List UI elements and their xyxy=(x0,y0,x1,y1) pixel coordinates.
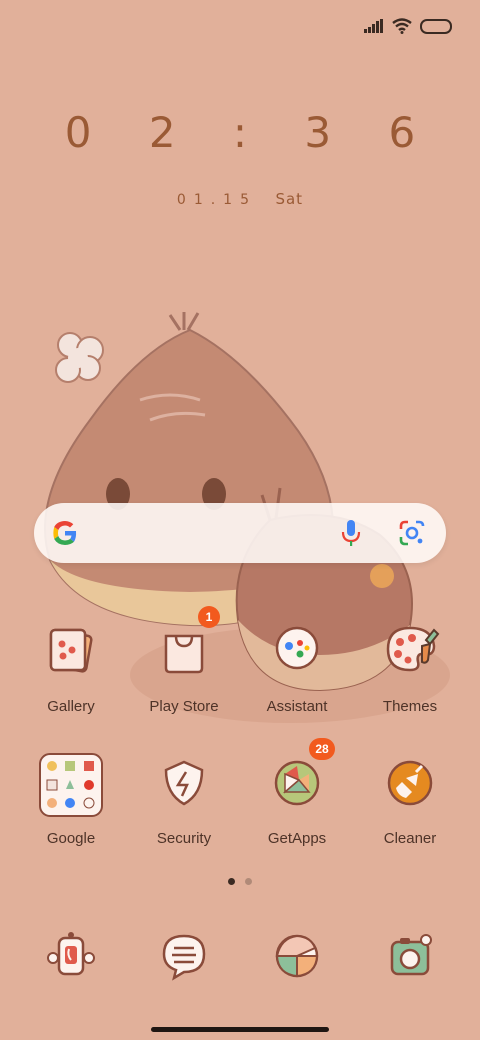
themes-icon xyxy=(378,620,442,684)
getapps-icon: 28 xyxy=(265,738,335,816)
signal-icon xyxy=(364,19,383,33)
day-of-week: Sat xyxy=(275,190,304,208)
notification-badge: 1 xyxy=(198,606,220,628)
date-numbers: 01.15 xyxy=(176,192,258,208)
app-label: Assistant xyxy=(266,698,328,715)
play-store-icon: 1 xyxy=(152,606,220,684)
app-label: Themes xyxy=(382,698,438,715)
dock-browser[interactable] xyxy=(241,926,353,986)
app-label: Security xyxy=(156,830,212,847)
app-label: GetApps xyxy=(267,830,327,847)
phone-icon xyxy=(41,926,101,986)
app-gallery[interactable]: Gallery xyxy=(15,620,127,715)
assistant-icon xyxy=(265,620,329,684)
notification-badge: 28 xyxy=(309,738,335,760)
app-google-folder[interactable]: Google xyxy=(15,752,127,847)
home-gesture-bar[interactable] xyxy=(151,1027,329,1032)
flower-decoration xyxy=(55,332,104,383)
app-themes[interactable]: Themes xyxy=(354,620,466,715)
browser-icon xyxy=(267,926,327,986)
google-lens-icon[interactable] xyxy=(398,519,426,547)
google-search-bar[interactable] xyxy=(34,503,446,563)
app-label: Google xyxy=(46,830,96,847)
wifi-icon xyxy=(392,18,412,34)
page-dot-1[interactable] xyxy=(228,878,235,885)
app-assistant[interactable]: Assistant xyxy=(241,620,353,715)
google-folder-icon xyxy=(38,752,104,818)
cleaner-icon xyxy=(378,752,442,816)
google-g-icon xyxy=(53,521,77,545)
app-cleaner[interactable]: Cleaner xyxy=(354,752,466,847)
app-security[interactable]: Security xyxy=(128,752,240,847)
battery-icon xyxy=(420,18,452,34)
dock-camera[interactable] xyxy=(354,926,466,986)
dock-messages[interactable] xyxy=(128,926,240,986)
microphone-icon[interactable] xyxy=(341,518,361,548)
app-getapps[interactable]: 28 GetApps xyxy=(241,738,353,847)
clock-time[interactable]: 0 2 : 3 6 xyxy=(0,108,480,157)
app-label: Gallery xyxy=(47,698,95,715)
page-dot-2[interactable] xyxy=(245,878,252,885)
page-indicator[interactable] xyxy=(0,878,480,885)
status-bar xyxy=(364,14,452,38)
clock-date[interactable]: 01.15 Sat xyxy=(0,190,480,208)
gallery-icon xyxy=(39,620,103,684)
messages-icon xyxy=(154,926,214,986)
dock-phone[interactable] xyxy=(15,926,127,986)
app-label: Play Store xyxy=(149,698,219,715)
app-label: Cleaner xyxy=(383,830,437,847)
camera-icon xyxy=(380,926,440,986)
app-play-store[interactable]: 1 Play Store xyxy=(128,606,240,715)
security-icon xyxy=(152,752,216,816)
